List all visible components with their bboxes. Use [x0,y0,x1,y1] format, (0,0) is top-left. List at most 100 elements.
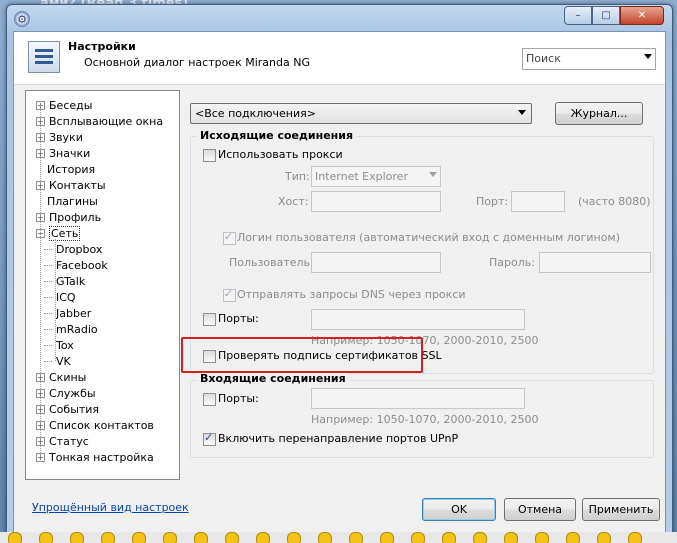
login-auth-checkbox[interactable] [223,230,236,245]
smiley-icon [39,532,53,543]
upnp-label: Включить перенаправление портов UPnP [218,432,459,445]
tree-item[interactable]: + События [36,401,99,417]
tree-item-label: ICQ [56,290,76,304]
tree-connector [44,297,52,298]
settings-tree[interactable]: + Беседы + Всплывающие окна + Звуки + Значки Ист… [25,90,180,480]
outgoing-ports-checkbox[interactable] [203,313,216,326]
proxy-type-label: Тип: [285,170,310,183]
upnp-checkbox[interactable] [203,431,216,446]
smiley-icon [194,532,208,543]
miranda-app-icon[interactable]: ⚙ [14,11,30,27]
tree-item[interactable]: + Статус [36,433,89,449]
connection-select-value: <Все подключения> [195,107,316,120]
use-proxy-checkbox[interactable] [203,149,216,162]
tree-item-label: Контакты [49,178,106,192]
tree-connector [44,329,52,330]
tree-item-label: Тонкая настройка [49,450,154,464]
chevron-down-icon[interactable] [644,54,652,59]
smiley-icon [70,532,84,543]
apply-button[interactable]: Применить [582,498,660,521]
tree-item[interactable]: + Тонкая настройка [36,449,154,465]
incoming-ports-checkbox[interactable] [203,393,216,406]
dns-proxy-label: Отправлять запросы DNS через прокси [237,288,466,301]
tree-connector [44,313,52,314]
simple-view-link[interactable]: Упрощённый вид настроек [32,501,189,514]
smiley-icon [225,532,239,543]
smiley-icon [256,532,270,543]
tree-subitem[interactable]: ICQ [44,289,76,305]
tree-connector [44,265,52,266]
tree-connector [44,345,52,346]
tree-item[interactable]: + Контакты [36,177,106,193]
tree-connector [44,281,52,282]
tree-item[interactable]: + Значки [36,145,90,161]
user-label: Пользователь: [229,256,314,269]
tree-subitem[interactable]: VK [44,353,71,369]
tree-item[interactable]: + Список контактов [36,417,154,433]
incoming-title: Входящие соединения [197,372,349,385]
search-combo[interactable]: Поиск [522,48,656,70]
tree-item[interactable]: + Службы [36,385,96,401]
tree-connector [55,239,56,361]
smiley-icon [132,532,146,543]
title-bar[interactable]: ⚙ – □ ✕ [7,5,672,31]
smiley-icon [380,532,394,543]
tree-subitem[interactable]: Dropbox [44,241,103,257]
host-input[interactable] [311,191,441,212]
tree-item[interactable]: + Беседы [36,97,92,113]
tree-item-label: Профиль [49,210,102,224]
port-input[interactable] [511,191,565,212]
incoming-ports-example: Например: 1050-1070, 2000-2010, 2500 [311,413,539,426]
outgoing-title: Исходящие соединения [197,129,357,142]
emoji-strip [0,532,677,543]
tree-item-label: Сеть [49,225,81,241]
maximize-button[interactable]: □ [592,6,620,25]
tree-subitem[interactable]: Jabber [44,305,92,321]
dns-proxy-checkbox[interactable] [223,287,236,302]
incoming-ports-input[interactable] [311,388,525,409]
tree-subitem[interactable]: GTalk [44,273,85,289]
proxy-type-value: Internet Explorer [315,170,408,183]
tree-item-label: Facebook [56,258,108,272]
chevron-down-icon [429,172,437,177]
tree-item[interactable]: − Сеть [36,225,81,241]
tree-item[interactable]: + Профиль [36,209,101,225]
outgoing-ports-label: Порты: [218,312,259,325]
tree-item[interactable]: + Всплывающие окна [36,113,163,129]
port-hint: (часто 8080) [578,195,651,208]
tree-item[interactable]: История [36,161,95,177]
tree-subitem[interactable]: Tox [44,337,74,353]
tree-item[interactable]: + Звуки [36,129,83,145]
tree-item-label: История [47,162,96,176]
ok-button[interactable]: OK [422,498,496,521]
host-label: Хост: [278,195,309,208]
journal-button[interactable]: Журнал... [555,102,643,125]
page-title: Настройки [68,40,136,53]
smiley-icon [411,532,425,543]
connection-select[interactable]: <Все подключения> [190,103,532,124]
tree-item[interactable]: + Скины [36,369,86,385]
tree-subitem[interactable]: Facebook [44,257,108,273]
password-label: Пароль: [489,256,535,269]
smiley-icon [287,532,301,543]
tree-item-label: Jabber [56,306,92,320]
outgoing-ports-input[interactable] [311,309,525,330]
dialog-client-area: Настройки Основной диалог настроек Miran… [13,31,666,533]
proxy-type-select[interactable]: Internet Explorer [311,166,441,187]
user-input[interactable] [311,252,441,273]
tree-item-label: Звуки [49,130,83,144]
close-button[interactable]: ✕ [620,6,664,25]
tree-item[interactable]: Плагины [36,193,98,209]
ssl-highlight-annotation [181,337,423,373]
tree-subitem[interactable]: mRadio [44,321,98,337]
tree-item-label: Скины [49,370,87,384]
minimize-button[interactable]: – [564,6,592,25]
cancel-button[interactable]: Отмена [504,498,576,521]
chevron-down-icon[interactable] [518,110,526,115]
smiley-icon [8,532,22,543]
login-auth-label: Логин пользователя (автоматический вход … [237,231,621,244]
tree-item-label: Плагины [47,194,98,208]
smiley-icon [101,532,115,543]
password-input[interactable] [539,252,651,273]
tree-item-label: Dropbox [56,242,103,256]
